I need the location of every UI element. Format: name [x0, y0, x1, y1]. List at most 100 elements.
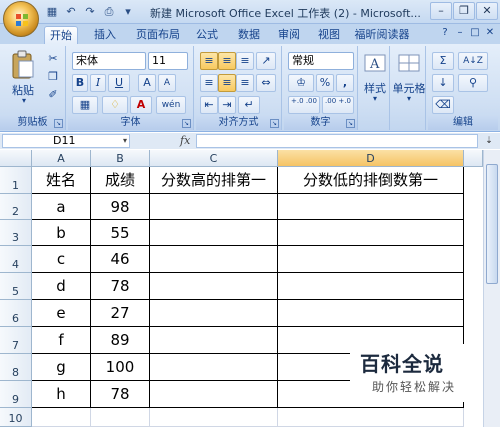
font-launcher-icon[interactable]: ↘ — [182, 119, 191, 128]
insert-function-button[interactable]: fx — [180, 134, 190, 147]
italic-button[interactable]: I — [90, 74, 106, 92]
row-header-1[interactable]: 1 — [0, 167, 32, 194]
cell-c4[interactable] — [150, 246, 278, 273]
undo-icon[interactable]: ↶ — [63, 4, 79, 20]
row-header-2[interactable]: 2 — [0, 194, 32, 220]
styles-group[interactable]: A 样式 ▾ — [360, 46, 390, 130]
align-right-icon[interactable]: ≡ — [236, 74, 254, 92]
minimize-ribbon-icon[interactable]: – — [454, 27, 466, 39]
tab-formulas[interactable]: 公式 — [190, 26, 224, 44]
orientation-icon[interactable]: ↗ — [256, 52, 276, 70]
scrollbar-thumb[interactable] — [486, 164, 498, 284]
redo-icon[interactable]: ↷ — [82, 4, 98, 20]
comma-button[interactable]: , — [336, 74, 354, 92]
decrease-indent-icon[interactable]: ⇤ — [200, 96, 218, 114]
column-header-b[interactable]: B — [91, 150, 150, 167]
tab-review[interactable]: 审阅 — [272, 26, 306, 44]
row-header-7[interactable]: 7 — [0, 327, 32, 354]
cell-c2[interactable] — [150, 194, 278, 220]
name-box-dropdown-icon[interactable]: ▾ — [123, 135, 127, 147]
formula-input[interactable] — [196, 134, 478, 148]
row-header-9[interactable]: 9 — [0, 381, 32, 408]
close-icon[interactable]: ✕ — [476, 2, 498, 20]
cell-c1[interactable]: 分数高的排第一 — [150, 167, 278, 194]
find-select-icon[interactable]: ⚲ — [458, 74, 488, 92]
tab-foxit-reader[interactable]: 福昕阅读器 — [352, 26, 412, 44]
cell-b9[interactable]: 78 — [91, 381, 150, 408]
restore-icon[interactable]: ❐ — [453, 2, 475, 20]
cell-a4[interactable]: c — [32, 246, 91, 273]
format-painter-icon[interactable]: ✐ — [44, 86, 62, 104]
font-color-button[interactable]: A — [130, 96, 152, 114]
row-header-8[interactable]: 8 — [0, 354, 32, 381]
row-header-5[interactable]: 5 — [0, 273, 32, 300]
cell-a8[interactable]: g — [32, 354, 91, 381]
cell-a10[interactable] — [32, 408, 91, 427]
cell-d4[interactable] — [278, 246, 464, 273]
tab-view[interactable]: 视图 — [312, 26, 346, 44]
cell-b4[interactable]: 46 — [91, 246, 150, 273]
sort-filter-button[interactable]: A↓Z — [458, 52, 488, 70]
row-header-3[interactable]: 3 — [0, 220, 32, 246]
align-bottom-icon[interactable]: ≡ — [236, 52, 254, 70]
cell-a9[interactable]: h — [32, 381, 91, 408]
row-header-6[interactable]: 6 — [0, 300, 32, 327]
paste-dropdown-icon[interactable]: ▾ — [14, 96, 34, 105]
cell-d1[interactable]: 分数低的排倒数第一 — [278, 167, 464, 194]
align-center-icon[interactable]: ≡ — [218, 74, 236, 92]
vertical-scrollbar[interactable] — [483, 150, 500, 427]
cell-c5[interactable] — [150, 273, 278, 300]
cell-c3[interactable] — [150, 220, 278, 246]
close-workbook-icon[interactable]: ✕ — [484, 27, 496, 39]
cell-b2[interactable]: 98 — [91, 194, 150, 220]
copy-icon[interactable]: ❐ — [44, 68, 62, 86]
cell-c7[interactable] — [150, 327, 278, 354]
print-preview-icon[interactable]: ⎙ — [101, 4, 117, 20]
cell-b1[interactable]: 成绩 — [91, 167, 150, 194]
qat-dropdown-icon[interactable]: ▾ — [120, 4, 136, 20]
cell-d10[interactable] — [278, 408, 464, 427]
cell-a7[interactable]: f — [32, 327, 91, 354]
clear-icon[interactable]: ⌫ — [432, 96, 454, 114]
bold-button[interactable]: B — [72, 74, 88, 92]
cell-b3[interactable]: 55 — [91, 220, 150, 246]
align-top-icon[interactable]: ≡ — [200, 52, 218, 70]
row-header-10[interactable]: 10 — [0, 408, 32, 427]
cell-a1[interactable]: 姓名 — [32, 167, 91, 194]
cell-d5[interactable] — [278, 273, 464, 300]
tab-page-layout[interactable]: 页面布局 — [130, 26, 186, 44]
tab-insert[interactable]: 插入 — [88, 26, 122, 44]
restore-ribbon-icon[interactable]: □ — [469, 27, 481, 39]
cell-a6[interactable]: e — [32, 300, 91, 327]
cell-d3[interactable] — [278, 220, 464, 246]
percent-button[interactable]: % — [316, 74, 334, 92]
autosum-button[interactable]: Σ — [432, 52, 454, 70]
cell-c6[interactable] — [150, 300, 278, 327]
merge-center-icon[interactable]: ⇔ — [256, 74, 276, 92]
shrink-font-button[interactable]: A — [158, 74, 176, 92]
cells-group[interactable]: 单元格 ▾ — [392, 46, 426, 130]
cell-b10[interactable] — [91, 408, 150, 427]
align-left-icon[interactable]: ≡ — [200, 74, 218, 92]
cell-b8[interactable]: 100 — [91, 354, 150, 381]
clipboard-launcher-icon[interactable]: ↘ — [54, 119, 63, 128]
row-header-4[interactable]: 4 — [0, 246, 32, 273]
cell-c9[interactable] — [150, 381, 278, 408]
select-all-corner[interactable] — [0, 150, 32, 167]
column-header-d[interactable]: D — [278, 150, 464, 167]
minimize-icon[interactable]: – — [430, 2, 452, 20]
number-launcher-icon[interactable]: ↘ — [346, 119, 355, 128]
help-icon[interactable]: ? — [439, 27, 451, 39]
office-button[interactable] — [3, 1, 39, 37]
currency-icon[interactable]: ♔ — [288, 74, 314, 92]
underline-button[interactable]: U — [108, 74, 130, 92]
align-middle-icon[interactable]: ≡ — [218, 52, 236, 70]
cell-b5[interactable]: 78 — [91, 273, 150, 300]
grow-font-button[interactable]: A — [138, 74, 156, 92]
cell-d6[interactable] — [278, 300, 464, 327]
cell-d2[interactable] — [278, 194, 464, 220]
save-icon[interactable]: ▦ — [44, 4, 60, 20]
decrease-decimal-button[interactable]: .00 +.0 — [322, 96, 354, 114]
borders-icon[interactable]: ▦ — [72, 96, 98, 114]
tab-home[interactable]: 开始 — [44, 26, 78, 44]
